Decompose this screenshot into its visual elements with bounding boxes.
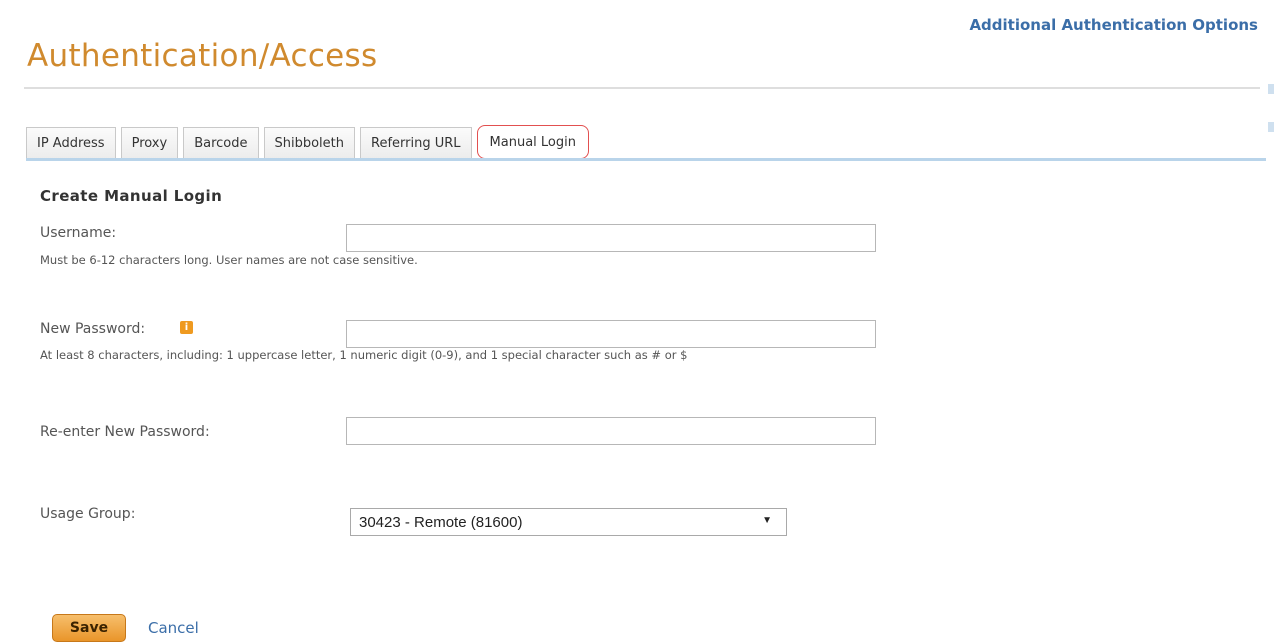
cancel-link[interactable]: Cancel xyxy=(148,619,199,637)
additional-authentication-options-link[interactable]: Additional Authentication Options xyxy=(969,16,1258,34)
new-password-label: New Password: xyxy=(40,321,146,337)
tab-manual-login[interactable]: Manual Login xyxy=(476,125,589,159)
reenter-password-label: Re-enter New Password: xyxy=(40,424,210,440)
tab-shibboleth[interactable]: Shibboleth xyxy=(263,127,356,159)
right-edge-fragment xyxy=(1266,84,1274,134)
tab-bar: IP Address Proxy Barcode Shibboleth Refe… xyxy=(26,124,594,159)
tab-proxy[interactable]: Proxy xyxy=(120,127,179,159)
tab-barcode[interactable]: Barcode xyxy=(183,127,259,159)
info-icon[interactable]: i xyxy=(180,321,193,334)
username-field[interactable] xyxy=(346,224,876,252)
tab-ip-address[interactable]: IP Address xyxy=(26,127,116,159)
username-label: Username: xyxy=(40,225,117,241)
top-cropped-text xyxy=(0,0,1274,8)
usage-group-select[interactable]: 30423 - Remote (81600) ▼ xyxy=(350,508,787,536)
chevron-down-icon: ▼ xyxy=(762,515,772,526)
page-title: Authentication/Access xyxy=(27,38,378,74)
tab-underline xyxy=(26,158,1266,161)
usage-group-label: Usage Group: xyxy=(40,506,136,522)
new-password-field[interactable] xyxy=(346,320,876,348)
username-hint: Must be 6-12 characters long. User names… xyxy=(40,253,418,267)
usage-group-selected-value: 30423 - Remote (81600) xyxy=(359,513,523,531)
manual-login-form: Create Manual Login Username: Must be 6-… xyxy=(40,170,1260,642)
section-title: Create Manual Login xyxy=(40,187,223,205)
save-button[interactable]: Save xyxy=(52,614,126,642)
title-divider xyxy=(24,87,1260,89)
tab-referring-url[interactable]: Referring URL xyxy=(360,127,472,159)
reenter-password-field[interactable] xyxy=(346,417,876,445)
new-password-hint: At least 8 characters, including: 1 uppe… xyxy=(40,348,688,362)
